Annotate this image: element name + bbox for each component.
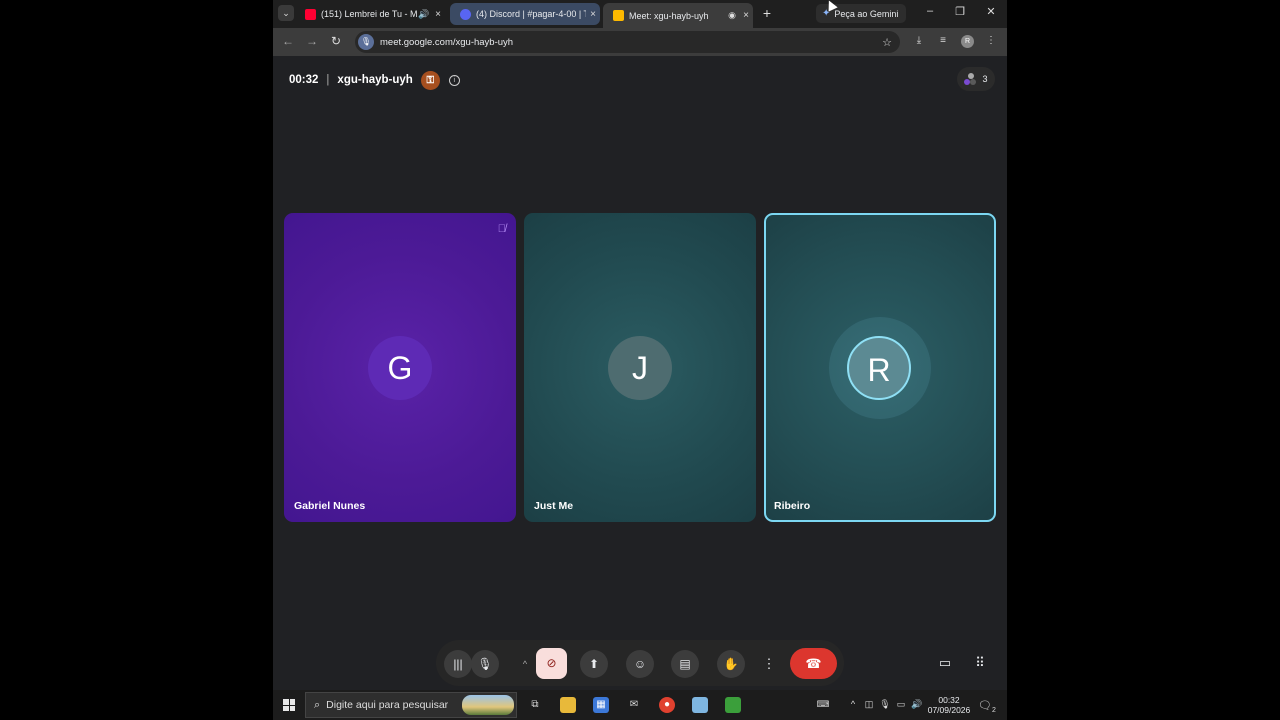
youtube-icon [305, 8, 316, 20]
participant-tile-just-me[interactable]: J Just Me [524, 213, 756, 522]
browser-window: ⌄ (151) Lembrei de Tu - MC 🔊 × (4) Disco… [273, 0, 1007, 690]
avatar: R [847, 336, 911, 400]
chevron-up-icon[interactable]: ^ [846, 699, 860, 709]
reload-icon[interactable]: ↻ [329, 34, 343, 48]
participant-name: Just Me [534, 500, 574, 512]
participant-tile-ribeiro[interactable]: R Ribeiro [764, 213, 996, 522]
tab-meet[interactable]: Meet: xgu-hayb-uyh ◉ × [603, 3, 753, 28]
meeting-info-bar: 00:32 | xgu-hayb-uyh ⚿ i [289, 70, 460, 90]
task-view-icon[interactable]: ⧉ [527, 697, 543, 713]
notification-icon[interactable]: 🗨2 [978, 699, 996, 714]
profile-avatar[interactable]: R [961, 35, 974, 48]
mic-icon[interactable]: 🎙 [471, 650, 499, 678]
app-icon[interactable] [692, 697, 708, 713]
mic-icon[interactable]: 🎙 [878, 699, 892, 710]
clock-time: 00:32 [938, 695, 960, 705]
participant-name: Gabriel Nunes [294, 500, 366, 512]
notification-count: 2 [991, 707, 996, 715]
network-icon[interactable]: ▭ [894, 699, 908, 710]
close-window-icon[interactable]: ✕ [984, 5, 998, 18]
file-explorer-icon[interactable] [560, 697, 576, 713]
participants-button[interactable]: 3 [957, 67, 995, 91]
more-options-icon[interactable]: ⋮ [755, 650, 783, 678]
camera-off-button[interactable]: ⊘ [536, 648, 567, 679]
captions-icon[interactable]: ▤ [671, 650, 699, 678]
taskbar-search[interactable]: ⌕ Digite aqui para pesquisar [305, 692, 517, 718]
search-icon: ⌕ [314, 698, 321, 711]
end-call-button[interactable]: ☎ [790, 648, 837, 679]
close-tab-icon[interactable]: × [739, 10, 753, 21]
meeting-code: xgu-hayb-uyh [337, 74, 413, 86]
divider: | [326, 74, 330, 86]
media-control-icon[interactable]: ≡ [936, 35, 950, 46]
participant-name: Ribeiro [774, 500, 811, 512]
windows-start-icon[interactable] [283, 699, 295, 711]
avatar: J [608, 336, 672, 400]
raise-hand-icon[interactable]: ✋ [717, 650, 745, 678]
present-screen-icon[interactable]: ⬆ [580, 650, 608, 678]
meeting-timer: 00:32 [289, 74, 319, 86]
volume-icon[interactable]: 🔊 [910, 699, 924, 710]
forward-icon[interactable]: → [305, 34, 319, 48]
tab-title: (151) Lembrei de Tu - MC [321, 9, 417, 19]
app-icon[interactable] [725, 697, 741, 713]
windows-taskbar: ⌕ Digite aqui para pesquisar ⧉ ▦ ✉ ● ⌨ ^… [273, 690, 1007, 720]
tab-strip: ⌄ (151) Lembrei de Tu - MC 🔊 × (4) Disco… [273, 0, 1007, 28]
close-tab-icon[interactable]: × [431, 9, 445, 20]
activities-icon[interactable]: ⠿ [972, 655, 988, 671]
browser-toolbar: ← → ↻ 🎙 meet.google.com/xgu-hayb-uyh ☆ ⤓… [273, 28, 1007, 56]
audio-levels-icon[interactable]: ||| [444, 650, 472, 678]
restore-icon[interactable]: ❐ [953, 5, 967, 18]
tab-discord[interactable]: (4) Discord | #pagar-4-00 | TC × [450, 3, 600, 25]
new-tab-button[interactable]: + [759, 5, 775, 21]
emoji-reaction-icon[interactable]: ☺ [626, 650, 654, 678]
minimize-icon[interactable]: – [923, 5, 937, 17]
recording-icon: ◉ [728, 10, 736, 20]
tab-youtube[interactable]: (151) Lembrei de Tu - MC 🔊 × [295, 3, 445, 25]
url-text[interactable]: meet.google.com/xgu-hayb-uyh [380, 37, 880, 48]
host-controls-icon[interactable]: ⚿ [420, 70, 440, 90]
chevron-up-icon[interactable]: ^ [511, 650, 539, 678]
gemini-label: Peça ao Gemini [834, 8, 899, 19]
mail-icon[interactable]: ✉ [626, 697, 642, 713]
meet-tray-icon[interactable]: ◫ [862, 699, 876, 710]
tab-title: Meet: xgu-hayb-uyh [629, 10, 709, 21]
chrome-icon[interactable]: ● [659, 697, 675, 713]
close-tab-icon[interactable]: × [586, 9, 600, 20]
menu-icon[interactable]: ⋮ [984, 35, 998, 46]
search-placeholder: Digite aqui para pesquisar [326, 699, 449, 711]
taskbar-clock[interactable]: 00:32 07/09/2026 [924, 695, 974, 715]
people-icon [964, 73, 977, 85]
keyboard-icon[interactable]: ⌨ [816, 699, 830, 710]
site-info-icon[interactable]: 🎙 [358, 34, 374, 50]
participant-tile-gabriel[interactable]: 🎙̸ G Gabriel Nunes [284, 213, 516, 522]
download-icon[interactable]: ⤓ [912, 35, 926, 46]
chat-icon[interactable]: ▭ [937, 655, 953, 671]
tab-search-button[interactable]: ⌄ [278, 5, 294, 21]
clock-date: 07/09/2026 [927, 705, 971, 715]
search-highlight-image [462, 695, 514, 715]
meet-icon [613, 10, 624, 21]
muted-mic-icon: 🎙̸ [497, 223, 506, 235]
speaker-icon[interactable]: 🔊 [417, 9, 431, 20]
avatar: G [368, 336, 432, 400]
participant-count: 3 [982, 74, 988, 84]
tab-title: (4) Discord | #pagar-4-00 | TC [476, 9, 586, 19]
back-icon[interactable]: ← [281, 34, 295, 48]
address-bar[interactable]: 🎙 meet.google.com/xgu-hayb-uyh ☆ [355, 31, 900, 53]
store-icon[interactable]: ▦ [593, 697, 609, 713]
discord-icon [460, 8, 471, 20]
info-icon[interactable]: i [448, 74, 460, 86]
bookmark-star-icon[interactable]: ☆ [880, 36, 894, 49]
